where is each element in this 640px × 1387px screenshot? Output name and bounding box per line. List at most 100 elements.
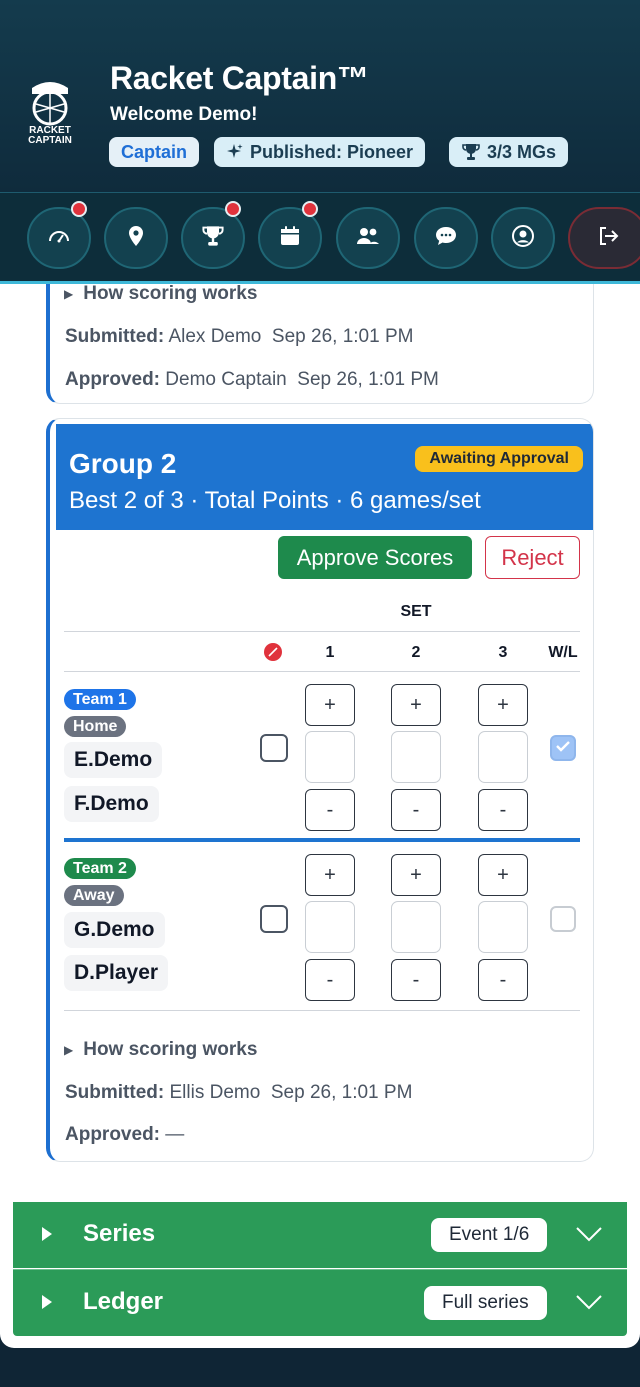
logo-text-captain: CAPTAIN — [28, 135, 72, 146]
how-scoring-toggle-group-2[interactable]: ▶ How scoring works — [64, 1039, 257, 1061]
caret-right-icon: ▶ — [64, 1043, 74, 1057]
welcome-text: Welcome Demo! — [110, 104, 258, 125]
win-checkbox-team-1[interactable] — [550, 735, 576, 761]
decrement-set-1-button[interactable]: - — [305, 789, 355, 831]
sparkle-icon — [226, 143, 244, 161]
score-input-set-3[interactable] — [478, 901, 528, 953]
player-name: E.Demo — [64, 742, 163, 778]
divider — [64, 631, 580, 632]
role-chip: Captain — [109, 137, 200, 167]
decrement-set-1-button[interactable]: - — [305, 959, 355, 1001]
nav-chat-button[interactable] — [414, 207, 478, 269]
player-name: F.Demo — [64, 786, 159, 822]
score-input-set-1[interactable] — [305, 731, 355, 783]
notification-dot — [71, 201, 87, 217]
nav-trophy-button[interactable] — [181, 201, 245, 269]
away-badge: Away — [64, 885, 124, 906]
icon-nav-bar — [0, 192, 640, 284]
col-set-3: 3 — [498, 644, 508, 661]
team-1-badge: Team 1 — [64, 689, 136, 710]
decrement-set-2-button[interactable]: - — [391, 959, 441, 1001]
submitted-value: Ellis Demo Sep 26, 1:01 PM — [169, 1082, 413, 1103]
reject-button[interactable]: Reject — [485, 536, 580, 579]
notification-dot — [302, 201, 318, 217]
decrement-set-3-button[interactable]: - — [478, 959, 528, 1001]
mgs-chip: 3/3 MGs — [449, 137, 569, 167]
approved-info: Approved: Demo Captain Sep 26, 1:01 PM — [65, 369, 439, 391]
ledger-label: Ledger — [83, 1288, 164, 1315]
check-icon — [555, 739, 571, 758]
trophy-icon — [201, 224, 225, 253]
status-badge: Awaiting Approval — [415, 446, 583, 472]
score-input-set-3[interactable] — [478, 731, 528, 783]
increment-set-1-button[interactable]: + — [305, 684, 355, 726]
trophy-icon — [461, 142, 481, 162]
decrement-set-2-button[interactable]: - — [391, 789, 441, 831]
app-logo: RACKET CAPTAIN — [22, 76, 78, 152]
increment-set-1-button[interactable]: + — [305, 854, 355, 896]
increment-set-3-button[interactable]: + — [478, 684, 528, 726]
player-name: G.Demo — [64, 912, 165, 948]
forfeit-checkbox-team-1[interactable] — [260, 734, 288, 762]
chevron-down-icon — [575, 1226, 603, 1247]
approved-value: Demo Captain Sep 26, 1:01 PM — [165, 369, 439, 390]
series-accordion[interactable]: Series Event 1/6 — [13, 1202, 627, 1268]
logout-icon — [596, 224, 620, 253]
approved-label: Approved: — [65, 1124, 160, 1145]
score-input-set-2[interactable] — [391, 901, 441, 953]
approved-value: — — [165, 1124, 185, 1145]
role-chip-label: Captain — [121, 141, 188, 162]
published-chip: Published: Pioneer — [214, 137, 426, 167]
win-checkbox-team-2[interactable] — [550, 906, 576, 932]
score-input-set-1[interactable] — [305, 901, 355, 953]
location-pin-icon — [125, 224, 147, 253]
submitted-label: Submitted: — [65, 1082, 165, 1103]
col-win-loss: W/L — [548, 644, 578, 661]
nav-logout-button[interactable] — [568, 207, 640, 269]
increment-set-2-button[interactable]: + — [391, 684, 441, 726]
dashboard-icon — [47, 224, 71, 253]
calendar-icon — [278, 224, 302, 253]
set-header: SET — [400, 603, 432, 620]
home-badge: Home — [64, 716, 127, 737]
caret-right-icon — [41, 1294, 53, 1315]
caret-right-icon: ▶ — [64, 287, 74, 301]
nav-location-button[interactable] — [104, 207, 168, 269]
nav-calendar-button[interactable] — [258, 201, 322, 269]
notification-dot — [225, 201, 241, 217]
team-separator — [64, 838, 580, 842]
approve-scores-button[interactable]: Approve Scores — [278, 536, 472, 579]
increment-set-2-button[interactable]: + — [391, 854, 441, 896]
how-scoring-toggle-group-1[interactable]: ▶ How scoring works — [64, 283, 257, 305]
submitted-info: Submitted: Alex Demo Sep 26, 1:01 PM — [65, 326, 413, 348]
col-set-2: 2 — [411, 644, 421, 661]
forfeit-checkbox-team-2[interactable] — [260, 905, 288, 933]
submitted-value: Alex Demo Sep 26, 1:01 PM — [168, 326, 414, 347]
submitted-label: Submitted: — [65, 326, 165, 347]
group-2-header: Group 2 Best 2 of 3 · Total Points · 6 g… — [56, 424, 593, 530]
how-scoring-label: How scoring works — [83, 283, 258, 304]
chevron-down-icon — [575, 1294, 603, 1315]
decrement-set-3-button[interactable]: - — [478, 789, 528, 831]
app-title: Racket Captain™ — [110, 60, 369, 96]
increment-set-3-button[interactable]: + — [478, 854, 528, 896]
nav-dashboard-button[interactable] — [27, 201, 91, 269]
col-set-1: 1 — [325, 644, 335, 661]
nav-profile-button[interactable] — [491, 207, 555, 269]
submitted-info: Submitted: Ellis Demo Sep 26, 1:01 PM — [65, 1082, 412, 1104]
player-name: D.Player — [64, 955, 169, 991]
mgs-chip-label: 3/3 MGs — [487, 141, 557, 162]
group-format: Best 2 of 3 · Total Points · 6 games/set — [69, 487, 481, 514]
ledger-accordion[interactable]: Ledger Full series — [13, 1269, 627, 1336]
how-scoring-label: How scoring works — [83, 1039, 258, 1060]
nav-people-button[interactable] — [336, 207, 400, 269]
score-input-set-2[interactable] — [391, 731, 441, 783]
series-label: Series — [83, 1220, 156, 1247]
caret-right-icon — [41, 1226, 53, 1247]
app-header: RACKET CAPTAIN Racket Captain™ Welcome D… — [0, 0, 640, 192]
approved-label: Approved: — [65, 369, 160, 390]
chat-icon — [434, 224, 458, 253]
approved-info: Approved: — — [65, 1124, 184, 1146]
forfeit-icon — [264, 643, 282, 666]
people-icon — [355, 225, 381, 252]
